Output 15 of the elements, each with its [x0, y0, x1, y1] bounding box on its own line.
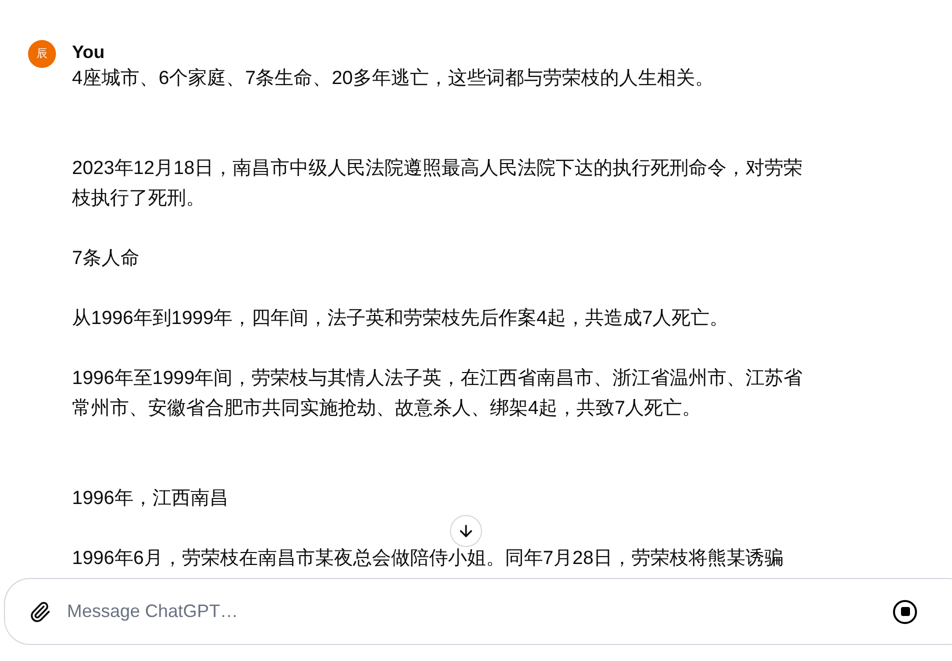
- message-paragraph: 1996年，江西南昌: [72, 487, 228, 511]
- user-avatar: 辰: [28, 40, 56, 68]
- author-name: You: [72, 41, 106, 64]
- message-paragraph: 2023年12月18日，南昌市中级人民法院遵照最高人民法院下达的执行死刑命令，对劳荣枝执行了死刑。: [72, 157, 804, 211]
- message-paragraph: 从1996年到1999年，四年间，法子英和劳荣枝先后作案4起，共造成7人死亡。: [72, 306, 729, 331]
- stop-button[interactable]: [893, 600, 917, 624]
- arrow-down-icon: [457, 522, 475, 540]
- message-input[interactable]: Message ChatGPT…: [67, 598, 877, 625]
- message-field[interactable]: Message ChatGPT…: [4, 578, 952, 645]
- message-paragraph: 1996年6月，劳荣枝在南昌市某夜总会做陪侍小姐。同年7月28日，劳荣枝将熊某诱骗: [72, 547, 784, 571]
- message-paragraph: 1996年至1999年间，劳荣枝与其情人法子英，在江西省南昌市、浙江省温州市、江苏省常州市、安徽省合肥市共同实施抢劫、故意杀人、绑架4起，共致7人死亡。: [72, 367, 804, 421]
- message-paragraph: 7条人命: [72, 247, 140, 271]
- scroll-down-button[interactable]: [450, 515, 482, 547]
- attach-icon[interactable]: [29, 600, 51, 622]
- message-paragraph: 4座城市、6个家庭、7条生命、20多年逃亡，这些词都与劳荣枝的人生相关。: [72, 67, 714, 91]
